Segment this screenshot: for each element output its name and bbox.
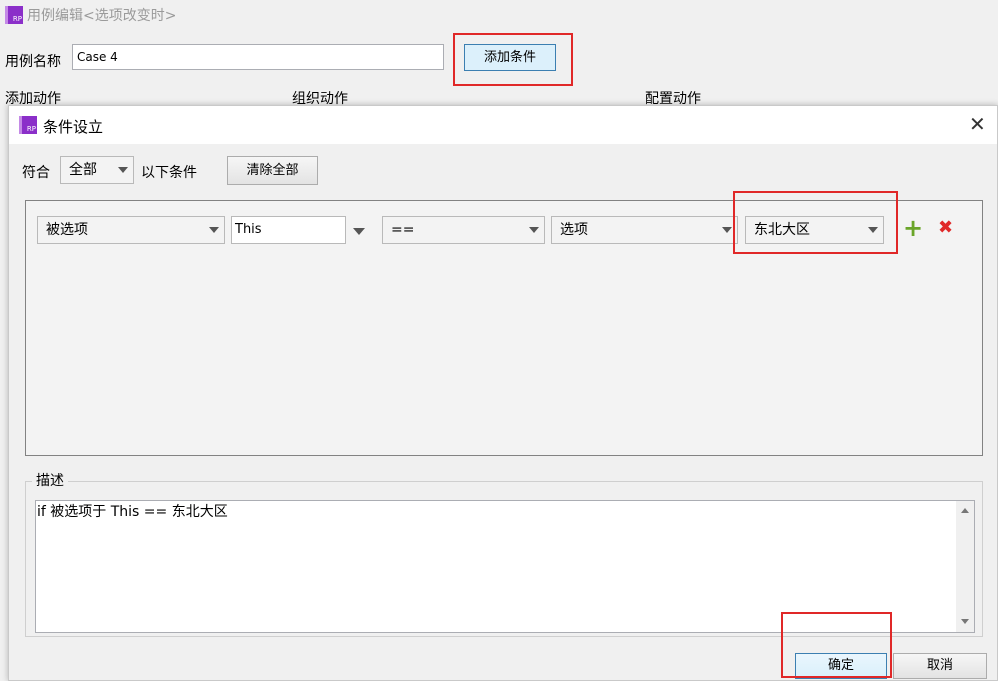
dropdown-arrow-icon — [209, 227, 219, 233]
operator-select[interactable]: == — [382, 216, 545, 244]
match-select[interactable]: 全部 — [60, 156, 134, 184]
axure-rp-logo-icon: RP — [5, 6, 23, 24]
dropdown-arrow-icon — [722, 227, 732, 233]
scroll-down-icon[interactable] — [961, 619, 969, 624]
highlight-box-value-select — [733, 191, 898, 254]
field3-value: 选项 — [560, 222, 588, 238]
case-name-input[interactable] — [72, 44, 444, 70]
operator-value: == — [391, 222, 415, 238]
match-label: 符合 — [22, 165, 50, 181]
clear-all-button[interactable]: 清除全部 — [227, 156, 318, 185]
cancel-button[interactable]: 取消 — [893, 653, 987, 679]
highlight-box-add-condition — [453, 33, 573, 86]
dialog-titlebar[interactable]: RP 条件设立 ✕ — [9, 106, 997, 144]
field1-value: 被选项 — [46, 222, 88, 238]
description-label: 描述 — [32, 470, 68, 490]
delete-icon[interactable]: ✖ — [938, 215, 953, 241]
case-name-label: 用例名称 — [5, 54, 61, 70]
window-title: 用例编辑<选项改变时> — [27, 8, 177, 24]
dialog-title: 条件设立 — [43, 118, 104, 136]
vertical-scrollbar[interactable] — [956, 501, 974, 632]
field1-select[interactable]: 被选项 — [37, 216, 225, 244]
following-conditions-label: 以下条件 — [141, 165, 197, 181]
match-select-value: 全部 — [69, 162, 97, 178]
field3-select[interactable]: 选项 — [551, 216, 738, 244]
dropdown-arrow-icon — [529, 227, 539, 233]
description-text: if 被选项于 This == 东北大区 — [37, 504, 228, 520]
scroll-up-icon[interactable] — [961, 508, 969, 513]
highlight-box-ok-button — [781, 612, 892, 678]
add-icon[interactable]: + — [903, 214, 923, 242]
field2-dropdown-arrow-icon[interactable] — [353, 228, 365, 235]
close-icon[interactable]: ✕ — [969, 112, 986, 136]
field2-input[interactable]: This — [231, 216, 346, 244]
axure-rp-logo-icon: RP — [19, 116, 37, 134]
dropdown-arrow-icon — [118, 167, 128, 173]
